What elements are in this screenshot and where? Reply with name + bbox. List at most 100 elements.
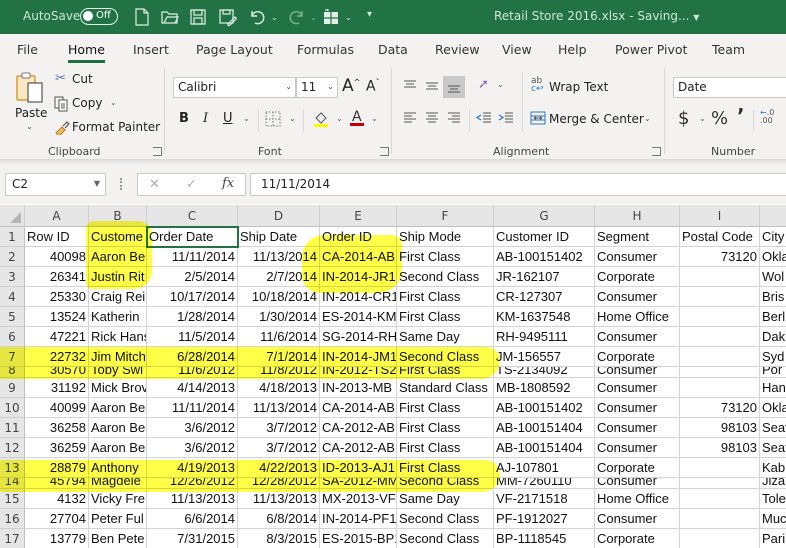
cell-c12[interactable]: 3/6/2012 — [147, 438, 238, 458]
cell-f10[interactable]: First Class — [397, 398, 494, 418]
column-header-h[interactable]: H — [595, 205, 680, 227]
cell-f1[interactable]: Ship Mode — [397, 227, 494, 247]
cell-b2[interactable]: Aaron Be — [89, 247, 147, 267]
clipboard-launcher-icon[interactable] — [153, 147, 162, 156]
cell-d5[interactable]: 1/30/2014 — [238, 307, 320, 327]
save-as-icon[interactable] — [219, 8, 237, 26]
cell-e5[interactable]: ES-2014-KM — [320, 307, 397, 327]
column-header-j[interactable] — [760, 205, 786, 227]
cell-i11[interactable]: 98103 — [680, 418, 760, 438]
column-header-d[interactable]: D — [238, 205, 320, 227]
cell-g13[interactable]: AJ-107801 — [494, 458, 595, 478]
cell-g8[interactable]: TS-2134092 — [494, 367, 595, 378]
undo-dropdown-icon[interactable]: ⌄ — [271, 13, 278, 22]
cell-c15[interactable]: 11/13/2013 — [147, 489, 238, 509]
cell-c5[interactable]: 1/28/2014 — [147, 307, 238, 327]
cell-j4[interactable]: Bris — [760, 287, 786, 307]
wrap-text-button[interactable]: Wrap Text — [549, 80, 608, 94]
align-center-icon[interactable] — [425, 112, 439, 127]
cell-b16[interactable]: Peter Ful — [89, 509, 147, 529]
fill-color-dropdown-icon[interactable]: ⌄ — [336, 114, 343, 123]
cell-f14[interactable]: Second Class — [397, 478, 494, 489]
tab-power-pivot[interactable]: Power Pivot — [615, 42, 687, 57]
form-icon[interactable] — [323, 8, 339, 26]
cell-e9[interactable]: IN-2013-MB — [320, 378, 397, 398]
cell-f15[interactable]: Same Day — [397, 489, 494, 509]
cell-a11[interactable]: 36258 — [25, 418, 89, 438]
currency-button[interactable]: $ — [678, 108, 689, 129]
cell-d6[interactable]: 11/6/2014 — [238, 327, 320, 347]
cell-c10[interactable]: 11/11/2014 — [147, 398, 238, 418]
autosave-toggle[interactable]: Off — [80, 8, 118, 25]
cell-d11[interactable]: 3/7/2012 — [238, 418, 320, 438]
cell-b10[interactable]: Aaron Be — [89, 398, 147, 418]
cell-g10[interactable]: AB-100151402 — [494, 398, 595, 418]
name-box-dropdown-icon[interactable]: ▼ — [94, 179, 100, 188]
cell-a5[interactable]: 13524 — [25, 307, 89, 327]
cell-i16[interactable] — [680, 509, 760, 529]
tab-help[interactable]: Help — [558, 42, 587, 57]
cell-h17[interactable]: Corporate — [595, 529, 680, 548]
cell-i5[interactable] — [680, 307, 760, 327]
cell-e4[interactable]: IN-2014-CR1 — [320, 287, 397, 307]
borders-dropdown-icon[interactable]: ⌄ — [289, 114, 296, 123]
undo-icon[interactable] — [248, 8, 266, 26]
cell-c4[interactable]: 10/17/2014 — [147, 287, 238, 307]
row-header-3[interactable]: 3 — [0, 267, 25, 287]
cell-b4[interactable]: Craig Rei — [89, 287, 147, 307]
align-right-icon[interactable] — [447, 112, 461, 127]
cell-d8[interactable]: 11/8/2012 — [238, 367, 320, 378]
tab-view[interactable]: View — [502, 42, 532, 57]
cell-g11[interactable]: AB-100151404 — [494, 418, 595, 438]
cell-g1[interactable]: Customer ID — [494, 227, 595, 247]
column-header-b[interactable]: B — [89, 205, 147, 227]
row-header-6[interactable]: 6 — [0, 327, 25, 347]
cell-h13[interactable]: Corporate — [595, 458, 680, 478]
cut-button[interactable]: Cut — [72, 72, 93, 86]
cell-i1[interactable]: Postal Code — [680, 227, 760, 247]
font-name-select[interactable]: Calibri ⌄ — [173, 77, 296, 98]
document-title[interactable]: Retail Store 2016.xlsx - Saving... ▼ — [494, 9, 699, 23]
cell-b15[interactable]: Vicky Fre — [89, 489, 147, 509]
cell-f6[interactable]: Same Day — [397, 327, 494, 347]
cell-a15[interactable]: 4132 — [25, 489, 89, 509]
cell-f4[interactable]: First Class — [397, 287, 494, 307]
select-all-button[interactable] — [0, 205, 25, 227]
cell-g17[interactable]: BP-1118545 — [494, 529, 595, 548]
cell-c13[interactable]: 4/19/2013 — [147, 458, 238, 478]
open-folder-icon[interactable] — [161, 8, 179, 26]
cell-c2[interactable]: 11/11/2014 — [147, 247, 238, 267]
cell-i9[interactable] — [680, 378, 760, 398]
cell-g15[interactable]: VF-2171518 — [494, 489, 595, 509]
row-header-9[interactable]: 9 — [0, 378, 25, 398]
cell-h12[interactable]: Consumer — [595, 438, 680, 458]
copy-button[interactable]: Copy — [72, 96, 102, 110]
align-middle-icon[interactable] — [425, 80, 439, 95]
new-file-icon[interactable] — [135, 8, 149, 26]
cell-b1[interactable]: Custome — [89, 227, 147, 247]
font-launcher-icon[interactable] — [380, 147, 389, 156]
cell-a13[interactable]: 28879 — [25, 458, 89, 478]
currency-dropdown-icon[interactable]: ⌄ — [699, 114, 706, 123]
cell-a16[interactable]: 27704 — [25, 509, 89, 529]
cell-j14[interactable]: Jiza — [760, 478, 786, 489]
cell-f9[interactable]: Standard Class — [397, 378, 494, 398]
cell-b3[interactable]: Justin Rit — [89, 267, 147, 287]
cell-f8[interactable]: First Class — [397, 367, 494, 378]
customize-quick-access-icon[interactable]: ▾ — [367, 9, 372, 20]
cell-d12[interactable]: 3/7/2012 — [238, 438, 320, 458]
increase-indent-icon[interactable] — [498, 112, 514, 127]
row-header-11[interactable]: 11 — [0, 418, 25, 438]
cell-e14[interactable]: SA-2012-MM — [320, 478, 397, 489]
align-top-icon[interactable] — [403, 80, 417, 95]
orientation-icon[interactable]: ➚ — [478, 77, 489, 92]
enter-icon[interactable]: ✓ — [186, 177, 197, 192]
cell-c14[interactable]: 12/26/2012 — [147, 478, 238, 489]
increase-font-size-button[interactable]: A^ — [342, 76, 360, 96]
cell-h6[interactable]: Consumer — [595, 327, 680, 347]
column-header-i[interactable]: I — [680, 205, 760, 227]
formula-input[interactable]: 11/11/2014 — [250, 173, 786, 196]
cell-f12[interactable]: First Class — [397, 438, 494, 458]
cell-i6[interactable] — [680, 327, 760, 347]
cell-a9[interactable]: 31192 — [25, 378, 89, 398]
